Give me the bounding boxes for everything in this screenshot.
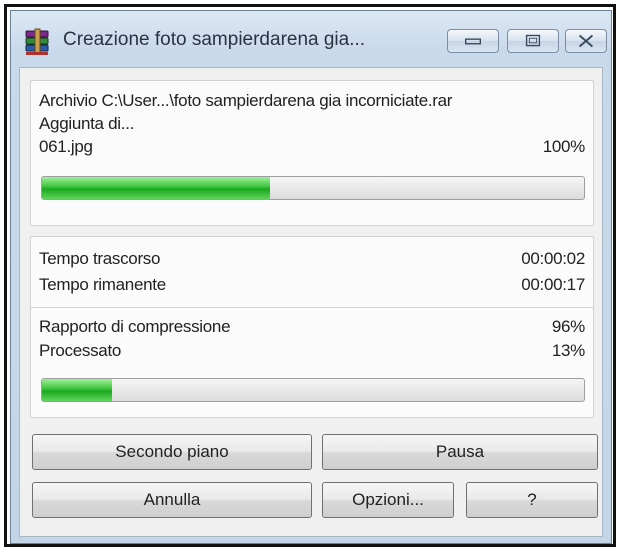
restore-icon bbox=[525, 34, 541, 47]
close-icon bbox=[578, 34, 594, 48]
archive-path-text: Archivio C:\User...\foto sampierdarena g… bbox=[39, 91, 453, 110]
restore-button[interactable] bbox=[507, 29, 559, 53]
help-button[interactable]: ? bbox=[466, 482, 598, 518]
ratio-label: Rapporto di compressione bbox=[39, 317, 231, 336]
window-title: Creazione foto sampierdarena gia... bbox=[63, 29, 366, 50]
file-progress-bar bbox=[41, 176, 585, 200]
action-text: Aggiunta di... bbox=[39, 114, 135, 133]
file-progress-fill bbox=[42, 177, 270, 199]
total-progress-fill bbox=[42, 379, 113, 401]
current-file-percent: 100% bbox=[542, 137, 586, 156]
dialog-body: Archivio C:\User...\foto sampierdarena g… bbox=[19, 67, 603, 537]
close-button[interactable] bbox=[565, 29, 607, 53]
remaining-value: 00:00:17 bbox=[521, 275, 585, 294]
elapsed-label: Tempo trascorso bbox=[39, 249, 161, 268]
title-bar[interactable]: Creazione foto sampierdarena gia... bbox=[11, 11, 611, 67]
progress-dialog: Creazione foto sampierdarena gia... Arch… bbox=[10, 10, 612, 544]
background-button[interactable]: Secondo piano bbox=[32, 434, 312, 470]
minimize-button[interactable] bbox=[447, 29, 499, 53]
pause-button[interactable]: Pausa bbox=[322, 434, 598, 470]
winrar-books-icon bbox=[23, 27, 53, 57]
remaining-label: Tempo rimanente bbox=[39, 275, 166, 294]
stats-divider bbox=[31, 307, 593, 308]
cancel-button[interactable]: Annulla bbox=[32, 482, 312, 518]
options-button[interactable]: Opzioni... bbox=[322, 482, 454, 518]
processed-value: 13% bbox=[551, 341, 585, 360]
ratio-value: 96% bbox=[551, 317, 585, 336]
current-file-name: 061.jpg bbox=[39, 137, 93, 156]
elapsed-value: 00:00:02 bbox=[521, 249, 585, 268]
file-panel: Archivio C:\User...\foto sampierdarena g… bbox=[30, 80, 594, 226]
processed-label: Processato bbox=[39, 341, 122, 360]
total-progress-bar bbox=[41, 378, 585, 402]
stats-panel: Tempo trascorso 00:00:02 Tempo rimanente… bbox=[30, 236, 594, 418]
minimize-icon bbox=[464, 38, 482, 45]
